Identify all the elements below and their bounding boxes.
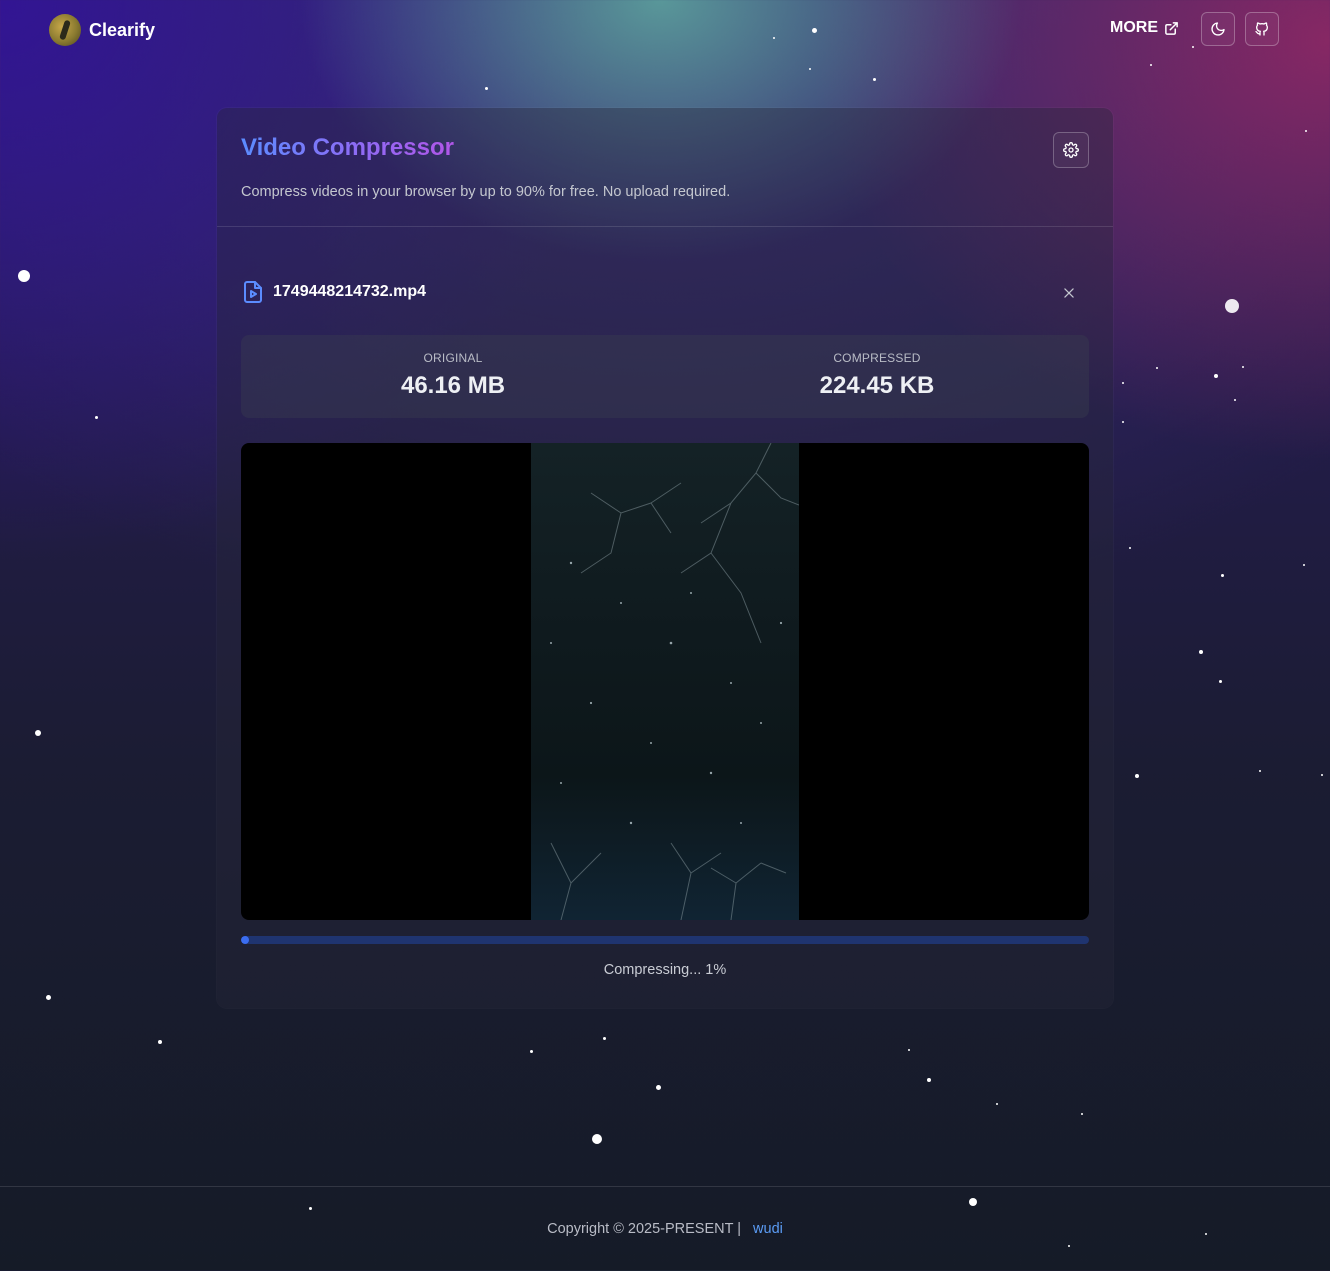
page-title: Video Compressor (241, 134, 454, 161)
star (873, 78, 876, 81)
card-header: Video Compressor Compress videos in your… (217, 108, 1113, 227)
star (35, 730, 41, 736)
more-label: MORE (1110, 19, 1158, 36)
star (592, 1134, 602, 1144)
star (1305, 130, 1307, 132)
footer-text: Copyright © 2025-PRESENT | wudi (0, 1221, 1330, 1237)
file-name: 1749448214732.mp4 (273, 283, 427, 300)
gear-icon (1063, 142, 1079, 158)
theme-toggle-button[interactable] (1201, 12, 1235, 46)
avatar-logo-icon (49, 14, 81, 46)
star (530, 1050, 533, 1053)
star (1321, 774, 1323, 776)
file-video-icon (244, 281, 262, 303)
star (809, 68, 811, 70)
star (1081, 1113, 1083, 1115)
compressed-size: 224.45 KB (819, 372, 935, 399)
star (1234, 399, 1236, 401)
moon-icon (1211, 22, 1225, 36)
star (1156, 367, 1158, 369)
star (927, 1078, 931, 1082)
star (908, 1049, 910, 1051)
close-icon (1064, 288, 1074, 298)
star (1122, 382, 1124, 384)
brand-home-link[interactable]: Clearify (49, 14, 155, 46)
external-link-icon (1165, 21, 1178, 35)
video-frame-scene (550, 443, 800, 920)
github-button[interactable] (1245, 12, 1279, 46)
star (1129, 547, 1131, 549)
github-icon (1255, 22, 1268, 36)
star (1221, 574, 1224, 577)
compressed-stat: COMPRESSED 224.45 KB (665, 335, 1089, 418)
star (18, 270, 30, 282)
page-subtitle: Compress videos in your browser by up to… (241, 184, 731, 200)
star (46, 995, 51, 1000)
star (603, 1037, 606, 1040)
star (1225, 299, 1239, 313)
brand-name: Clearify (89, 19, 156, 40)
star (1242, 366, 1244, 368)
original-size: 46.16 MB (400, 372, 506, 399)
settings-button[interactable] (1053, 132, 1089, 168)
author-link[interactable]: wudi (753, 1221, 783, 1237)
star (1303, 564, 1305, 566)
star (1219, 680, 1222, 683)
size-stats: ORIGINAL 46.16 MB COMPRESSED 224.45 KB (241, 335, 1089, 418)
compressed-label: COMPRESSED (833, 351, 921, 365)
star (1259, 770, 1261, 772)
progress-status: Compressing... 1% (603, 962, 727, 978)
video-preview[interactable] (241, 443, 1089, 920)
star (95, 416, 98, 419)
compression-progress-bar (241, 936, 1089, 944)
progress-fill (241, 936, 250, 944)
more-link[interactable]: MORE (1110, 19, 1179, 37)
star (1122, 421, 1124, 423)
star (656, 1085, 661, 1090)
copyright-text: Copyright © 2025-PRESENT | (547, 1221, 742, 1237)
star (1214, 374, 1218, 378)
star (1150, 64, 1152, 66)
footer: Copyright © 2025-PRESENT | wudi (0, 1186, 1330, 1271)
star (1135, 774, 1139, 778)
original-label: ORIGINAL (423, 351, 483, 365)
compressor-card: Video Compressor Compress videos in your… (217, 108, 1113, 1008)
star (996, 1103, 998, 1105)
star (158, 1040, 162, 1044)
star (1199, 650, 1203, 654)
file-row: 1749448214732.mp4 (241, 279, 1089, 307)
original-stat: ORIGINAL 46.16 MB (241, 335, 665, 418)
top-nav: Clearify MORE (0, 0, 1330, 62)
remove-file-button[interactable] (1059, 283, 1079, 303)
star (485, 87, 488, 90)
video-frame (531, 443, 800, 920)
